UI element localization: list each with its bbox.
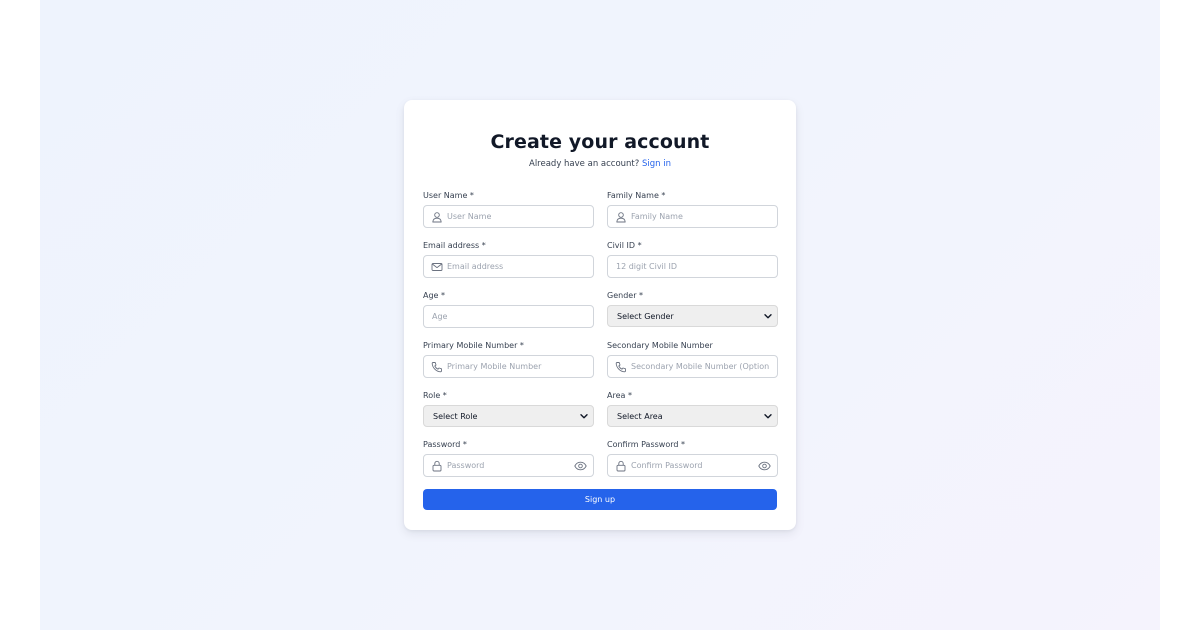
role-select-wrapper: Select Role xyxy=(423,405,594,427)
email-input-wrapper xyxy=(423,255,594,278)
role-field: Role * Select Role xyxy=(423,390,594,427)
signup-card: Create your account Already have an acco… xyxy=(404,100,796,530)
family-name-input-wrapper xyxy=(607,205,778,228)
civil-id-label: Civil ID * xyxy=(607,241,642,250)
password-input[interactable] xyxy=(424,455,593,476)
civil-id-field: Civil ID * xyxy=(607,240,778,278)
page-title: Create your account xyxy=(490,131,710,153)
gender-select-wrapper: Select Gender xyxy=(607,305,778,327)
user-name-label: User Name * xyxy=(423,191,474,200)
email-input[interactable] xyxy=(424,256,593,277)
family-name-field: Family Name * xyxy=(607,190,778,228)
primary-mobile-field: Primary Mobile Number * xyxy=(423,340,594,378)
confirm-password-label: Confirm Password * xyxy=(607,440,685,449)
primary-mobile-label: Primary Mobile Number * xyxy=(423,341,524,350)
signin-prompt-text: Already have an account? xyxy=(529,159,640,169)
family-name-label: Family Name * xyxy=(607,191,666,200)
secondary-mobile-input-wrapper xyxy=(607,355,778,378)
gender-field: Gender * Select Gender xyxy=(607,290,778,327)
area-label: Area * xyxy=(607,391,632,400)
signin-link[interactable]: Sign in xyxy=(642,159,671,169)
age-field: Age * xyxy=(423,290,594,328)
password-input-wrapper xyxy=(423,454,594,477)
confirm-password-field: Confirm Password * xyxy=(607,439,778,477)
confirm-password-input-wrapper xyxy=(607,454,778,477)
user-name-input-wrapper xyxy=(423,205,594,228)
secondary-mobile-label: Secondary Mobile Number xyxy=(607,341,713,350)
family-name-input[interactable] xyxy=(608,206,777,227)
age-input-wrapper xyxy=(423,305,594,328)
user-name-input[interactable] xyxy=(424,206,593,227)
secondary-mobile-field: Secondary Mobile Number xyxy=(607,340,778,378)
age-label: Age * xyxy=(423,291,446,300)
civil-id-input[interactable] xyxy=(608,256,777,277)
area-field: Area * Select Area xyxy=(607,390,778,427)
password-label: Password * xyxy=(423,440,467,449)
email-field: Email address * xyxy=(423,240,594,278)
password-field: Password * xyxy=(423,439,594,477)
confirm-password-input[interactable] xyxy=(608,455,777,476)
primary-mobile-input-wrapper xyxy=(423,355,594,378)
eye-icon[interactable] xyxy=(758,460,771,472)
signin-prompt: Already have an account? Sign in xyxy=(404,159,796,169)
role-select[interactable]: Select Role xyxy=(424,406,593,426)
area-select-wrapper: Select Area xyxy=(607,405,778,427)
sign-up-button[interactable]: Sign up xyxy=(423,489,777,510)
role-label: Role * xyxy=(423,391,447,400)
email-label: Email address * xyxy=(423,241,486,250)
user-name-field: User Name * xyxy=(423,190,594,228)
secondary-mobile-input[interactable] xyxy=(608,356,777,377)
eye-icon[interactable] xyxy=(574,460,587,472)
civil-id-input-wrapper xyxy=(607,255,778,278)
area-select[interactable]: Select Area xyxy=(608,406,777,426)
gender-label: Gender * xyxy=(607,291,644,300)
age-input[interactable] xyxy=(424,306,593,327)
gender-select[interactable]: Select Gender xyxy=(608,306,777,326)
primary-mobile-input[interactable] xyxy=(424,356,593,377)
